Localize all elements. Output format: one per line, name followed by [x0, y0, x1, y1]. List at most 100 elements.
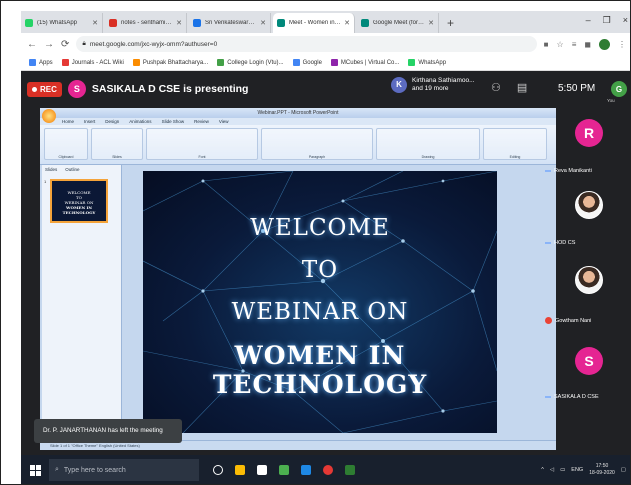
slides-tab[interactable]: Slides: [45, 167, 57, 172]
participant-name: SASIKALA D CSE: [554, 394, 599, 400]
browser-tab[interactable]: Google Meet (formerly Hang... ✕: [357, 13, 439, 33]
back-arrow-icon[interactable]: ←: [27, 39, 37, 50]
ribbon-tab[interactable]: Review: [194, 118, 209, 125]
app-icon[interactable]: [345, 465, 355, 475]
close-tab-icon[interactable]: ✕: [89, 19, 98, 27]
forward-arrow-icon[interactable]: →: [44, 39, 54, 50]
ribbon-group-label: Drawing: [421, 155, 435, 159]
slide-canvas: WELCOME TO WEBINAR ON WOMEN IN TECHNOLOG…: [143, 171, 497, 433]
meet-controls: ⚇ ▤: [491, 81, 527, 94]
mic-on-icon: [545, 242, 551, 244]
browser-tab[interactable]: notes - senthamizhsarvalli@... ✕: [105, 13, 187, 33]
ribbon-tab[interactable]: View: [219, 118, 229, 125]
bookmarks-bar: Apps Journals - ACL Wiki Pushpak Bhattac…: [21, 55, 630, 71]
close-tab-icon[interactable]: ✕: [173, 19, 182, 27]
participant-more: and 19 more: [412, 85, 449, 92]
office-button-icon[interactable]: [42, 109, 56, 123]
language-indicator[interactable]: ENG: [571, 467, 583, 473]
bookmark-item[interactable]: Journals - ACL Wiki: [61, 59, 124, 66]
bookmark-label: Google: [302, 59, 322, 66]
notification-icon[interactable]: ▢: [621, 467, 626, 473]
profile-avatar[interactable]: [599, 38, 610, 50]
self-avatar[interactable]: G: [611, 81, 627, 97]
camera-icon[interactable]: ■: [544, 40, 549, 49]
recording-badge: REC: [27, 81, 62, 97]
bookmark-item[interactable]: Pushpak Bhattacharya...: [132, 59, 208, 66]
star-icon[interactable]: ☆: [557, 40, 564, 49]
ribbon-group[interactable]: Font: [146, 128, 258, 160]
taskbar-clock[interactable]: 17:50 18-09-2020: [589, 463, 615, 477]
cortana-icon[interactable]: [213, 465, 223, 475]
minimize-button[interactable]: –: [586, 15, 591, 26]
ribbon-tab[interactable]: Insert: [84, 118, 95, 125]
clock-time: 17:50: [595, 463, 609, 469]
reload-icon[interactable]: ⟳: [61, 39, 69, 50]
apps-grid-icon: [29, 59, 36, 66]
slide-title-line: TO: [301, 257, 339, 283]
bookmark-item[interactable]: Google: [292, 59, 322, 66]
close-tab-icon[interactable]: ✕: [341, 19, 350, 27]
maximize-button[interactable]: ❐: [603, 15, 611, 26]
ribbon-tab[interactable]: Design: [105, 118, 119, 125]
tab-label: Sri Venkateswara College of E...: [205, 20, 257, 26]
browser-tab-strip: (15) WhatsApp ✕ notes - senthamizhsarval…: [21, 11, 630, 33]
bookmark-label: College Login (Vtu)...: [227, 59, 284, 66]
presenting-status: SASIKALA D CSE is presenting: [91, 83, 249, 95]
tab-label: Google Meet (formerly Hang...: [373, 20, 425, 26]
ribbon-group[interactable]: Drawing: [376, 128, 480, 160]
new-tab-button[interactable]: +: [441, 13, 460, 33]
browser-tab[interactable]: Sri Venkateswara College of E... ✕: [189, 13, 271, 33]
browser-tab-active[interactable]: Meet - Women in Technol... ✕: [273, 13, 355, 33]
tab-label: Meet - Women in Technol...: [289, 20, 341, 26]
store-icon[interactable]: [257, 465, 267, 475]
ribbon-group-label: Clipboard: [58, 155, 74, 159]
bookmark-item[interactable]: MCubes | Virtual Co...: [330, 59, 399, 66]
file-explorer-icon[interactable]: [235, 465, 245, 475]
tray-up-arrow-icon[interactable]: ^: [541, 467, 544, 473]
participant-name-row: Gowtham Nani: [545, 317, 591, 324]
people-icon[interactable]: ⚇: [491, 81, 501, 94]
chrome-icon[interactable]: [323, 465, 333, 475]
search-icon: ⌕: [55, 466, 59, 473]
chat-icon[interactable]: ▤: [517, 81, 527, 94]
browser-toolbar: ← → ⟳ 🔒︎ meet.google.com/jxc-wyjx-omm?au…: [21, 33, 630, 55]
mail-icon[interactable]: [301, 465, 311, 475]
bookmark-item[interactable]: Apps: [29, 59, 53, 66]
participants-chip[interactable]: K Kirthana Sathiamoo... and 19 more: [391, 77, 475, 93]
ribbon-group[interactable]: Slides: [91, 128, 143, 160]
shared-screen-powerpoint: Webinar.PPT - Microsoft PowerPoint Home …: [40, 108, 556, 450]
slide-thumbnail[interactable]: WELCOME TO WEBINAR ON WOMEN IN TECHNOLOG…: [50, 179, 108, 223]
bookmark-favicon-icon: [61, 59, 69, 66]
participant-photo: [575, 266, 603, 294]
address-bar[interactable]: 🔒︎ meet.google.com/jxc-wyjx-omm?authuser…: [76, 36, 537, 52]
bookmark-favicon-icon: [217, 59, 225, 66]
close-tab-icon[interactable]: ✕: [425, 19, 434, 27]
app-icon[interactable]: [279, 465, 289, 475]
ribbon-group[interactable]: Clipboard: [44, 128, 88, 160]
slide-number: 1: [44, 179, 47, 184]
bookmark-item[interactable]: WhatsApp: [408, 59, 446, 66]
ribbon-tab[interactable]: Slide Show: [162, 118, 185, 125]
network-icon[interactable]: ▭: [560, 467, 565, 473]
ribbon-tab[interactable]: Animations: [129, 118, 151, 125]
ribbon-tab[interactable]: Home: [62, 118, 74, 125]
extension-icon[interactable]: ◼: [584, 40, 591, 49]
ribbon-group-label: Editing: [509, 155, 521, 159]
participant-avatar: S: [575, 347, 603, 375]
start-button[interactable]: [21, 455, 49, 484]
taskbar-search-box[interactable]: ⌕ Type here to search: [49, 459, 199, 481]
close-tab-icon[interactable]: ✕: [257, 19, 266, 27]
extensions-icon[interactable]: ≡: [572, 40, 577, 49]
bookmark-item[interactable]: College Login (Vtu)...: [217, 59, 284, 66]
menu-icon[interactable]: ⋮: [618, 40, 626, 49]
left-meeting-notification: Dr. P. JANARTHANAN has left the meeting: [34, 419, 182, 443]
ribbon-group[interactable]: Editing: [483, 128, 547, 160]
close-window-button[interactable]: ×: [623, 15, 628, 26]
outline-tab[interactable]: Outline: [65, 167, 79, 172]
ppt-title-bar: Webinar.PPT - Microsoft PowerPoint: [40, 108, 556, 118]
ribbon-group-label: Font: [198, 155, 206, 159]
speaker-icon[interactable]: ◁: [550, 467, 554, 473]
lock-icon: 🔒︎: [82, 40, 86, 47]
browser-tab[interactable]: (15) WhatsApp ✕: [21, 13, 103, 33]
ribbon-group[interactable]: Paragraph: [261, 128, 373, 160]
